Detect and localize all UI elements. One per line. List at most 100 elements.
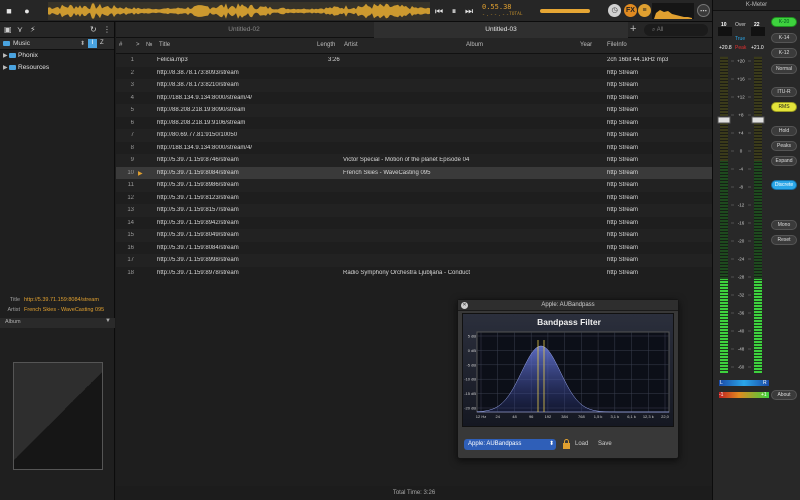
k12-button[interactable]: K-12 xyxy=(771,48,797,58)
playlist-row[interactable]: 17 http://5.39.71.159:8998/stream http Str… xyxy=(116,254,712,267)
preset-dropdown[interactable]: Apple: AUBandpass ⬍ xyxy=(464,439,556,450)
col-title[interactable]: Title xyxy=(159,42,170,48)
row-title: http://5.39.71.159:8998/stream xyxy=(157,257,239,263)
row-title: http://188.134.9.134:8000/stream/4/ xyxy=(157,144,253,151)
k14-button[interactable]: K-14 xyxy=(771,33,797,43)
itu-r-button[interactable]: ITU-R xyxy=(771,87,797,97)
row-number: 3 xyxy=(130,82,134,88)
tab-untitled-03[interactable]: Untitled-03 xyxy=(374,22,628,38)
time-display[interactable]: 0.55.38 -.--.-- TOTAL xyxy=(482,2,526,20)
row-fileinfo: http Stream xyxy=(607,269,639,276)
add-tab-icon[interactable]: + xyxy=(630,23,642,35)
chevron-icon: ⬍ xyxy=(80,41,86,47)
meter-right-segment-dim xyxy=(754,240,762,243)
album-selector[interactable]: Album ▼ xyxy=(0,318,115,328)
meter-scale-label: -4 xyxy=(739,167,743,172)
meter-right-segment-dim xyxy=(754,101,762,104)
queue-icon[interactable]: ≡ xyxy=(638,4,651,17)
playlist-row[interactable]: 13 http://5.39.71.159:8157/stream http Str… xyxy=(116,204,712,217)
tree-item-phonix[interactable]: ▶ Phonix xyxy=(0,50,114,62)
playlist-row[interactable]: 9 http://5.39.71.159:8746/stream Victor Sp… xyxy=(116,154,712,167)
next-icon[interactable]: ⏭ xyxy=(462,4,476,18)
lightning-icon[interactable]: ⚡ xyxy=(30,25,36,34)
playlist-row[interactable]: 5 http://88.208.218.19:8090/stream http St… xyxy=(116,104,712,117)
playlist-row[interactable]: 16 http://5.39.71.159:8084/stream http Str… xyxy=(116,242,712,255)
sort-z-button[interactable]: Z xyxy=(100,40,104,46)
folder-selector[interactable]: Music ⬍ I Z xyxy=(0,38,114,50)
playlist-row[interactable]: 18 http://5.39.71.159:8978/stream Radio Sy… xyxy=(116,267,712,280)
playlist-row[interactable]: 4 http://188.134.9.134:8000/stream/4/http… xyxy=(116,92,712,105)
tab-untitled-02[interactable]: Untitled-02 xyxy=(116,22,372,38)
meter-scale-label: -24 xyxy=(738,257,745,262)
meter-left-segment-dim xyxy=(720,273,728,276)
new-folder-icon[interactable]: ▣ xyxy=(4,25,12,34)
col-sort[interactable]: > xyxy=(136,42,140,48)
row-title: http://5.39.71.159:8746/stream xyxy=(157,157,239,163)
meter-scale-label: -48 xyxy=(738,347,745,352)
true-peak-label: True xyxy=(735,36,746,42)
elapsed-time: 0.55.38 xyxy=(482,3,512,11)
playlist-row[interactable]: 11 http://5.39.71.159:8986/stream http Str… xyxy=(116,179,712,192)
fx-button[interactable]: FX xyxy=(624,4,637,17)
info-value[interactable]: http://5.39.71.159:8084/stream xyxy=(24,297,99,303)
playlist-row[interactable]: 8 http://188.134.9.134:8000/stream/4/http… xyxy=(116,142,712,155)
waveform[interactable] xyxy=(48,2,430,20)
previous-icon[interactable]: ⏮ xyxy=(432,4,446,18)
playlist-row[interactable]: 10 http://5.39.71.159:8084/stream French S… xyxy=(116,166,712,179)
col-artist[interactable]: Artist xyxy=(344,42,358,48)
meter-left-segment-dim xyxy=(720,113,728,116)
filter-response-graph[interactable]: 5 dB 0 dB -5 dB -10 dB -15 dB -20 dB12 Hz 24 48… xyxy=(463,314,675,428)
col-album[interactable]: Album xyxy=(466,42,483,48)
bandpass-panel[interactable]: 5 dB 0 dB -5 dB -10 dB -15 dB -20 dB 12 Hz 24 48… xyxy=(462,313,674,427)
k-meter-display[interactable]: +20 +16 +12 +8 +4 0 -4 -8 -12 -16 -20 -24 -28 -32 -36 -… xyxy=(713,11,769,401)
meter-right-segment xyxy=(754,313,762,316)
menu-icon[interactable]: ⋯ xyxy=(697,4,710,17)
playlist-row[interactable]: 15 http://5.39.71.159:8049/stream http Str… xyxy=(116,229,712,242)
col-no[interactable]: № xyxy=(146,42,152,48)
col-year[interactable]: Year xyxy=(580,42,592,48)
stop-icon[interactable]: ■ xyxy=(2,4,16,18)
playlist-row[interactable]: 14 http://5.39.71.159:8942/stream http Str… xyxy=(116,217,712,230)
total-time: Total Time: 3:26 xyxy=(116,486,712,500)
playlist-row[interactable]: 1 Felicia.mp3 3:26 2ch 16bit 44.1kHz mp3 xyxy=(116,54,712,67)
refresh-icon[interactable]: ↻ xyxy=(90,25,97,34)
au-plugin-window[interactable]: ✕ Apple: AUBandpass 5 dB 0 dB -5 dB -10 dB -… xyxy=(457,299,679,459)
normal-button[interactable]: Normal xyxy=(771,64,797,74)
col-length[interactable]: Length xyxy=(317,42,335,48)
folder-icon xyxy=(9,53,16,58)
discrete-button[interactable]: Discrete xyxy=(771,180,797,190)
settings-icon[interactable]: ⋮ xyxy=(103,25,111,34)
album-artwork[interactable] xyxy=(13,362,103,470)
playlist-row[interactable]: 2 http://8.38.78.173:8093/stream http Stre… xyxy=(116,67,712,80)
clock-icon[interactable]: ◷ xyxy=(608,4,621,17)
playlist-row[interactable]: 7 http://80.69.77.81:9150/10050 http Strea… xyxy=(116,129,712,142)
reset-button[interactable]: Reset xyxy=(771,235,797,245)
sort-i-button[interactable]: I xyxy=(88,39,97,48)
volume-slider[interactable] xyxy=(540,9,590,13)
rms-button[interactable]: RMS xyxy=(771,102,797,112)
pause-icon[interactable]: ⏸ xyxy=(447,4,461,18)
col-fileinfo[interactable]: FileInfo xyxy=(607,42,627,48)
filter-icon[interactable]: ⋎ xyxy=(17,25,23,34)
record-icon[interactable]: ● xyxy=(20,4,34,18)
peaks-button[interactable]: Peaks xyxy=(771,141,797,151)
search-input[interactable]: ⌕ All xyxy=(644,24,708,36)
lock-icon[interactable] xyxy=(562,439,571,449)
close-icon[interactable]: ✕ xyxy=(461,302,468,309)
playlist-row[interactable]: 12 http://5.39.71.159:8123/stream http Str… xyxy=(116,192,712,205)
save-button[interactable]: Save xyxy=(598,441,612,447)
info-value[interactable]: French Skies - WaveCasting 095 xyxy=(24,307,104,313)
disclosure-icon[interactable]: ▶ xyxy=(3,52,8,59)
hold-button[interactable]: Hold xyxy=(771,126,797,136)
playlist-row[interactable]: 3 http://8.38.78.173:8210/stream http Stre… xyxy=(116,79,712,92)
meter-right-segment-dim xyxy=(754,74,762,77)
col-num[interactable]: # xyxy=(119,42,122,48)
playlist-row[interactable]: 6 http://88.208.218.19:9106/stream http St… xyxy=(116,117,712,130)
mono-button[interactable]: Mono xyxy=(771,220,797,230)
expand-button[interactable]: Expand xyxy=(771,156,797,166)
k20-button[interactable]: K-20 xyxy=(771,17,797,27)
disclosure-icon[interactable]: ▶ xyxy=(3,64,8,71)
tree-item-resources[interactable]: ▶ Resources xyxy=(0,62,114,74)
about-button[interactable]: About xyxy=(771,390,797,400)
load-button[interactable]: Load xyxy=(575,441,588,447)
